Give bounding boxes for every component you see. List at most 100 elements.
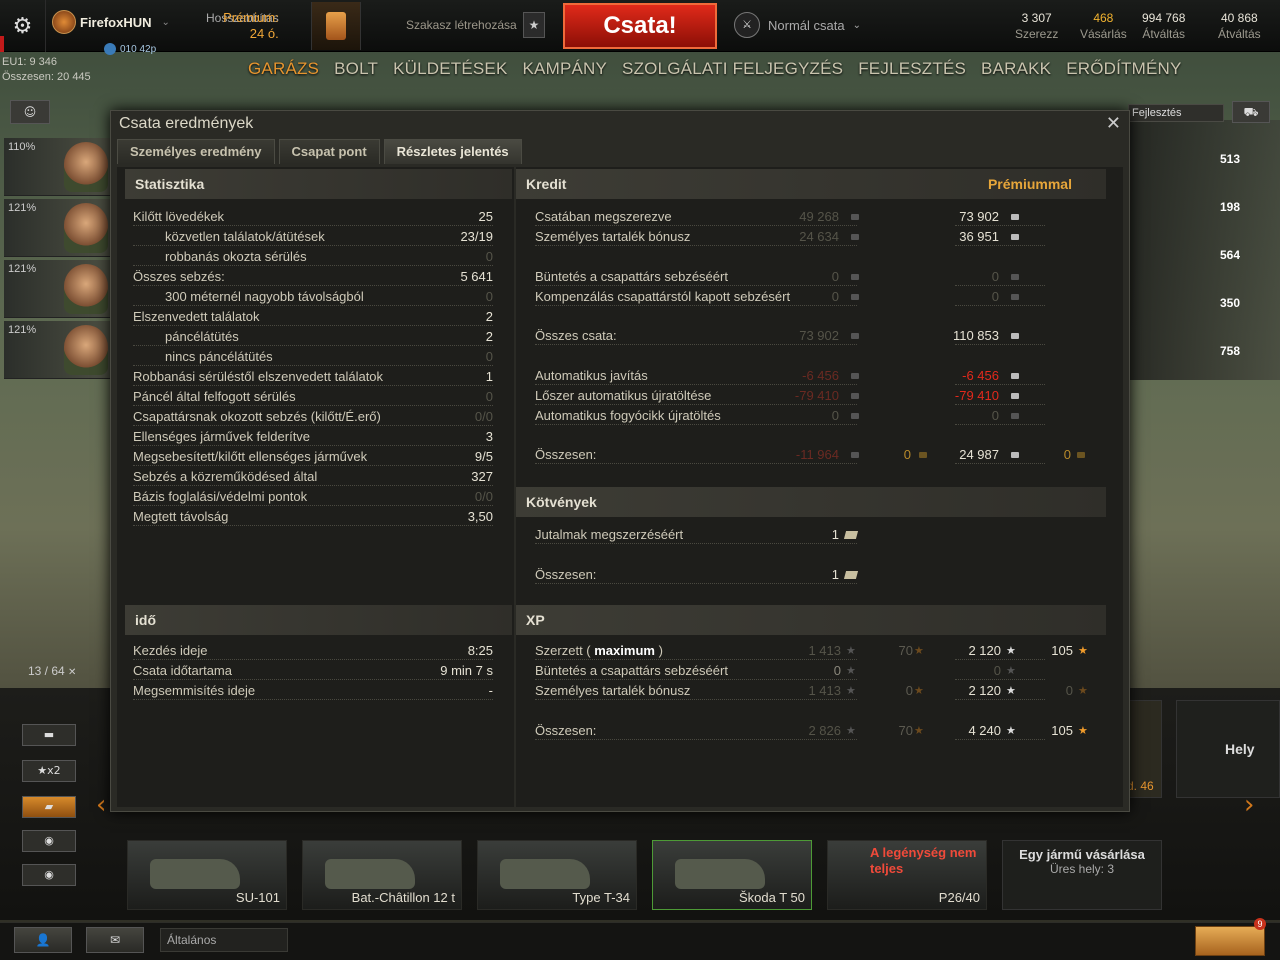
credits-icon xyxy=(851,413,859,419)
player-menu[interactable]: FirefoxHUN ⌄ xyxy=(52,10,170,34)
tab-detailed-report[interactable]: Részletes jelentés xyxy=(383,139,522,164)
free-xp-action[interactable]: Szerezz xyxy=(1015,26,1058,42)
credit-base-value: -11 964 xyxy=(795,447,839,462)
carousel-left-arrow-icon[interactable]: ‹ xyxy=(96,790,106,820)
buy-vehicle-slot[interactable]: Egy jármű vásárlása Üres hely: 3 xyxy=(1002,840,1162,910)
tank-card[interactable]: A legénység nem teljes P26/40 xyxy=(827,840,987,910)
time-label: Megsemmisítés ideje xyxy=(133,683,256,698)
tank-card[interactable]: SU-101 xyxy=(127,840,287,910)
credit-premium-value: 36 951 xyxy=(959,229,999,244)
tank-card[interactable]: Bat.-Châtillon 12 t xyxy=(302,840,462,910)
chat-icon[interactable]: ✉ xyxy=(86,927,144,953)
crew-member[interactable]: 121% xyxy=(4,260,112,318)
bond-label: Összesen: xyxy=(535,567,597,582)
bond-icon xyxy=(843,531,859,539)
gold-icon xyxy=(1077,452,1085,458)
credits-action[interactable]: Átváltás xyxy=(1142,26,1185,42)
stat-value: 2 xyxy=(485,309,493,324)
dialog-title: Csata eredmények xyxy=(119,115,254,132)
nav-research[interactable]: FEJLESZTÉS xyxy=(858,59,966,79)
crew-skill: 121% xyxy=(8,263,37,275)
chat-channel[interactable]: Általános xyxy=(160,928,288,952)
bond-row: Jutalmak megszerzéséért 1 xyxy=(535,525,865,545)
dotted-leader xyxy=(535,285,857,286)
credits-icon xyxy=(1011,452,1019,458)
free-xp-resource[interactable]: 3 307 Szerezz xyxy=(1015,10,1058,42)
credits-icon xyxy=(851,234,859,240)
tank-name: SU-101 xyxy=(235,890,280,905)
battle-button[interactable]: Csata! xyxy=(563,3,717,49)
credit-base-value: 49 268 xyxy=(799,209,839,224)
xp-premium-value: 0 xyxy=(993,663,1001,678)
xp-header: XP xyxy=(516,605,1106,635)
credit-label: Lőszer automatikus újratöltése xyxy=(535,388,712,403)
stat-label: közvetlen találatok/átütések xyxy=(165,229,325,244)
stat-value: 3,50 xyxy=(467,509,493,524)
time-row: Kezdés ideje 8:25 xyxy=(133,641,493,661)
nav-service-record[interactable]: SZOLGÁLATI FELJEGYZÉS xyxy=(622,59,843,79)
slot-card[interactable]: Hely xyxy=(1176,700,1280,798)
gold-value: 468 xyxy=(1093,11,1114,25)
stat-value: 0 xyxy=(485,289,493,304)
crew-options-icon[interactable]: ☺ xyxy=(10,100,50,124)
credit-premium-gold: 0 xyxy=(1063,447,1071,462)
crew-member[interactable]: 121% xyxy=(4,321,112,379)
nav-missions[interactable]: KÜLDETÉSEK xyxy=(393,59,507,79)
stat-row: Páncél által felfogott sérülés 0 xyxy=(133,387,493,407)
xp-base-bonus: 70 xyxy=(898,643,913,658)
credit-label: Automatikus fogyócikk újratöltés xyxy=(535,408,721,423)
tank-image xyxy=(675,859,765,889)
tank-card-partial[interactable]: d. 46 xyxy=(1126,700,1162,798)
settings-gear-icon[interactable]: ⚙ xyxy=(0,0,46,52)
stats-header: Statisztika xyxy=(125,169,512,199)
free-xp-star-icon: ★ xyxy=(1078,724,1088,737)
notifications-icon[interactable] xyxy=(1195,926,1265,956)
tank-research-icon[interactable]: ⛟ xyxy=(1232,101,1270,123)
close-icon[interactable]: ✕ xyxy=(1106,113,1121,134)
nav-barracks[interactable]: BARAKK xyxy=(981,59,1051,79)
crew-member[interactable]: 110% xyxy=(4,138,112,196)
freexp-star-action[interactable]: Átváltás xyxy=(1218,26,1261,42)
credit-base-value: 0 xyxy=(831,289,839,304)
premium-account[interactable]: Prémium: 24 ó. Hosszabbítás xyxy=(206,10,279,41)
premium-shop-button[interactable] xyxy=(311,2,361,50)
platoon-star-icon[interactable]: ★ xyxy=(523,12,545,38)
tab-personal-result[interactable]: Személyes eredmény xyxy=(117,139,275,164)
nav-campaign[interactable]: KAMPÁNY xyxy=(523,59,608,79)
freexp-star-resource[interactable]: 40 868 Átváltás xyxy=(1218,10,1261,42)
tank-name: Type T-34 xyxy=(572,890,630,905)
xp-star-icon: ★ xyxy=(846,664,856,677)
nav-garage[interactable]: GARÁZS xyxy=(248,59,319,79)
credit-header-label: Kredit xyxy=(526,176,567,192)
filter-elite-icon[interactable]: ◉ xyxy=(22,830,76,852)
credits-resource[interactable]: 994 768 Átváltás xyxy=(1142,10,1185,42)
filter-tank-icon[interactable]: ▬ xyxy=(22,724,76,746)
filter-premium-icon[interactable]: ▰ xyxy=(22,796,76,818)
tank-image xyxy=(325,859,415,889)
notification-count: 9 xyxy=(1254,918,1266,930)
gold-action[interactable]: Vásárlás xyxy=(1080,26,1127,42)
contacts-icon[interactable]: 👤 xyxy=(14,927,72,953)
filter-favorite-icon[interactable]: ◉ xyxy=(22,864,76,886)
crew-member[interactable]: 121% xyxy=(4,199,112,257)
tab-team-score[interactable]: Csapat pont xyxy=(278,139,380,164)
xp-base-bonus: 0 xyxy=(905,683,913,698)
nav-stronghold[interactable]: ERŐDÍTMÉNY xyxy=(1066,59,1181,79)
battle-mode-select[interactable]: ⚔ Normál csata ⌄ xyxy=(734,12,861,38)
tank-card-selected[interactable]: Škoda T 50 xyxy=(652,840,812,910)
upgrade-dropdown[interactable]: Fejlesztés xyxy=(1128,104,1224,122)
nav-shop[interactable]: BOLT xyxy=(334,59,378,79)
total-online: Összesen: 20 445 xyxy=(2,71,91,83)
vehicle-stats-panel xyxy=(1125,120,1280,380)
gold-resource[interactable]: 468 Vásárlás xyxy=(1080,10,1127,42)
time-value: 8:25 xyxy=(467,643,493,658)
tank-card[interactable]: Type T-34 xyxy=(477,840,637,910)
xp-row: Büntetés a csapattárs sebzéséért 0 ★ 0 ★ xyxy=(535,661,1095,681)
filter-x2-button[interactable]: ★x2 xyxy=(22,760,76,782)
credit-label: Büntetés a csapattárs sebzéséért xyxy=(535,269,728,284)
credit-row: Összesen: -11 964 0 24 987 0 xyxy=(535,445,1085,465)
close-icon[interactable]: ✕ xyxy=(68,667,76,678)
clan-info[interactable]: 010 42p xyxy=(104,43,156,55)
stat-row: Sebzés a közreműködésed által 327 xyxy=(133,467,493,487)
create-platoon-label[interactable]: Szakasz létrehozása xyxy=(406,18,517,32)
